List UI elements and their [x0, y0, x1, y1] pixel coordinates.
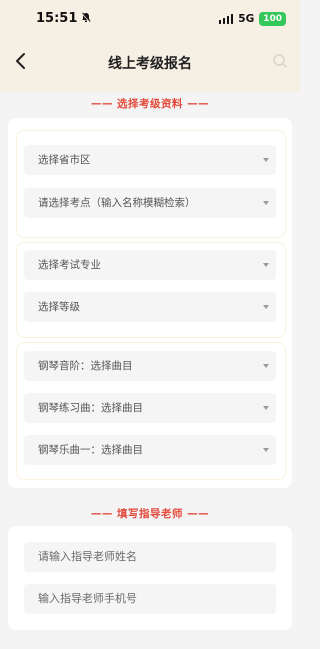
level-select-label: 选择等级 — [38, 301, 80, 313]
search-icon[interactable] — [270, 50, 290, 72]
battery-icon: 100 — [259, 12, 286, 26]
teacher-phone-input[interactable]: 输入指导老师手机号 — [24, 584, 276, 614]
chevron-down-icon — [263, 201, 269, 205]
network-type: 5G — [238, 13, 255, 25]
scale-piece-select-label: 钢琴音阶：选择曲目 — [38, 360, 133, 372]
major-select[interactable]: 选择考试专业 — [24, 250, 276, 280]
chevron-down-icon — [263, 305, 269, 309]
exam-site-select[interactable]: 请选择考点（输入名称模糊检索） — [24, 188, 276, 218]
signal-icon — [218, 14, 234, 24]
section-title-teacher: —— 填写指导老师 —— — [90, 508, 210, 520]
chevron-down-icon — [263, 406, 269, 410]
chevron-down-icon — [263, 263, 269, 267]
level-select[interactable]: 选择等级 — [24, 292, 276, 322]
teacher-name-input[interactable]: 请输入指导老师姓名 — [24, 542, 276, 572]
etude-piece-select-label: 钢琴练习曲：选择曲目 — [38, 402, 143, 414]
status-right: 5G 100 — [218, 12, 286, 26]
piece-one-select[interactable]: 钢琴乐曲一：选择曲目 — [24, 435, 276, 465]
exam-site-select-label: 请选择考点（输入名称模糊检索） — [38, 197, 196, 209]
page-title: 线上考级报名 — [108, 56, 192, 72]
region-select[interactable]: 选择省市区 — [24, 145, 276, 175]
piece-one-select-label: 钢琴乐曲一：选择曲目 — [38, 444, 143, 456]
etude-piece-select[interactable]: 钢琴练习曲：选择曲目 — [24, 393, 276, 423]
status-bar: 15:51 5G 100 — [0, 0, 300, 40]
status-time: 15:51 — [36, 11, 78, 26]
chevron-down-icon — [263, 158, 269, 162]
section-title-exam-info: —— 选择考级资料 —— — [90, 98, 210, 110]
status-time-group: 15:51 — [36, 11, 92, 26]
bell-muted-icon — [81, 12, 92, 26]
nav-bar: 线上考级报名 — [0, 40, 300, 84]
chevron-down-icon — [263, 448, 269, 452]
chevron-down-icon — [263, 364, 269, 368]
region-select-label: 选择省市区 — [38, 154, 91, 166]
major-select-label: 选择考试专业 — [38, 259, 101, 271]
scale-piece-select[interactable]: 钢琴音阶：选择曲目 — [24, 351, 276, 381]
